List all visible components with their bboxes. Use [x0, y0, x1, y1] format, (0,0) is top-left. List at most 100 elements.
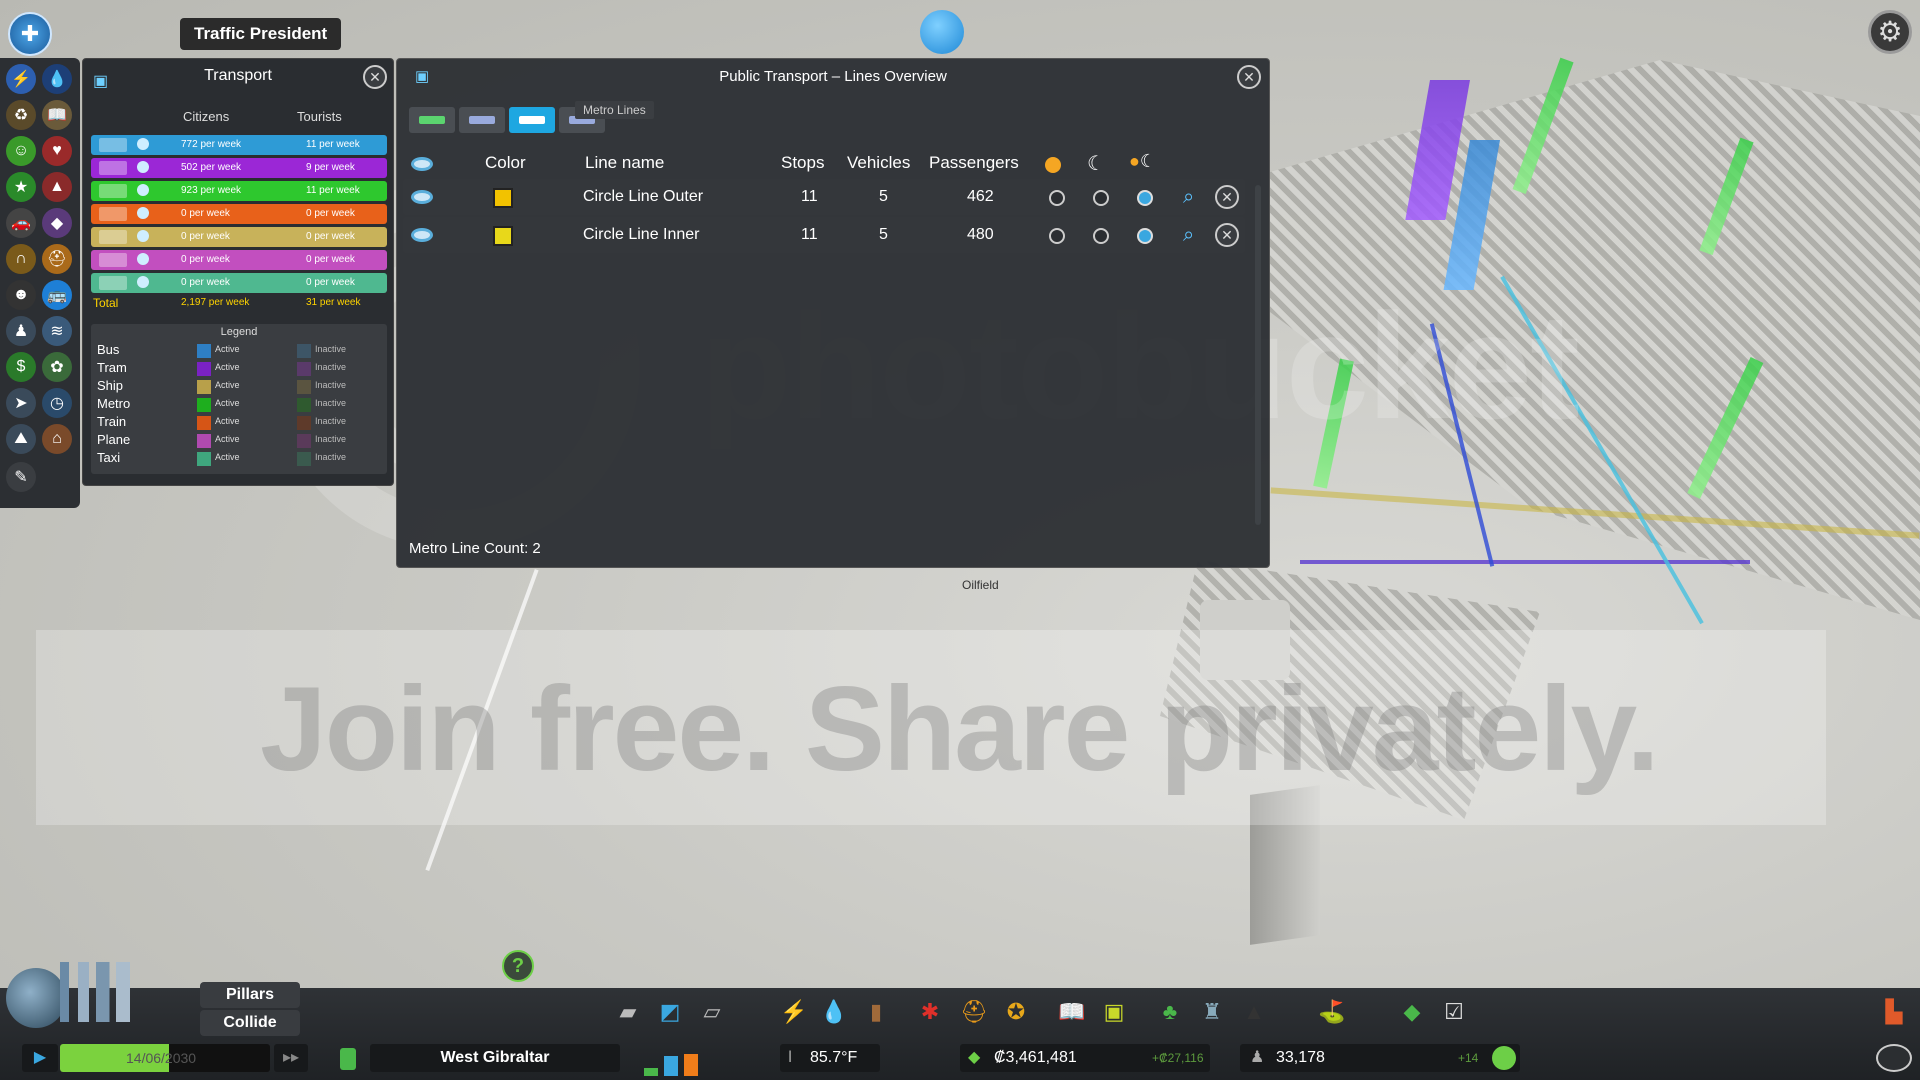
settings-gear-icon[interactable]: ⚙ — [1868, 10, 1912, 54]
education-icon[interactable]: 📖 — [1058, 998, 1086, 1026]
education-info-icon[interactable]: 📖 — [42, 100, 72, 130]
unlock-milestones-button[interactable]: ✚ — [8, 12, 52, 56]
policies-icon[interactable]: ☑ — [1440, 998, 1468, 1026]
day-night-radio[interactable] — [1137, 190, 1153, 206]
help-question-icon[interactable]: ? — [502, 950, 534, 982]
plane-magnifier-icon[interactable] — [137, 230, 149, 242]
happiness-smiley-icon[interactable] — [1492, 1046, 1516, 1070]
garbage-info-icon[interactable]: ♻ — [6, 100, 36, 130]
play-pause-icon[interactable]: ▶ — [22, 1044, 58, 1072]
ship-magnifier-icon[interactable] — [137, 253, 149, 265]
tab-bus-lines[interactable] — [409, 107, 455, 133]
money-display[interactable]: ◆ ₡3,461,481 +₡27,116 — [960, 1044, 1210, 1072]
wind-info-icon[interactable]: ≋ — [42, 316, 72, 346]
day-only-radio[interactable] — [1049, 228, 1065, 244]
line-visibility-eye-icon[interactable] — [411, 190, 433, 204]
heating-info-icon[interactable]: ⌂ — [42, 424, 72, 454]
line-name[interactable]: Circle Line Inner — [583, 226, 700, 244]
happiness-info-icon[interactable]: ☺ — [6, 136, 36, 166]
col-passengers[interactable]: Passengers — [929, 153, 1019, 173]
thermometer-icon: ǀ — [788, 1049, 793, 1066]
police-icon[interactable]: ✪ — [1002, 998, 1030, 1026]
legend-active-label: Active — [215, 416, 240, 426]
public-transport-icon[interactable]: ▣ — [1100, 998, 1128, 1026]
taxi-magnifier-icon[interactable] — [137, 276, 149, 288]
col-line-name[interactable]: Line name — [585, 153, 664, 173]
entertainment-info-icon[interactable]: ◷ — [42, 388, 72, 418]
tools-icon[interactable]: ✎ — [6, 462, 36, 492]
zoning-icon[interactable]: ◩ — [656, 998, 684, 1026]
night-only-radio[interactable] — [1093, 190, 1109, 206]
delete-line-icon[interactable]: ✕ — [1215, 223, 1239, 247]
night-only-moon-icon[interactable]: ☾ — [1087, 151, 1105, 176]
population-display[interactable]: ♟ 33,178 +14 — [1240, 1044, 1520, 1072]
outside-connections-info-icon[interactable]: ➤ — [6, 388, 36, 418]
lines-scrollbar[interactable] — [1255, 185, 1261, 525]
night-only-radio[interactable] — [1093, 228, 1109, 244]
col-stops[interactable]: Stops — [781, 153, 824, 173]
day-night-radio[interactable] — [1137, 228, 1153, 244]
line-color-swatch[interactable] — [493, 226, 513, 246]
monuments-icon[interactable]: ▲ — [1240, 998, 1268, 1026]
train-magnifier-icon[interactable] — [137, 207, 149, 219]
traffic-info-icon[interactable]: 🚗 — [6, 208, 36, 238]
public-transport-info-icon[interactable]: 🚌 — [42, 280, 72, 310]
roads-icon[interactable]: ▰ — [614, 998, 642, 1026]
parks-icon[interactable]: ♣ — [1156, 998, 1184, 1026]
district-button-collide[interactable]: Collide — [200, 1010, 300, 1036]
line-color-swatch[interactable] — [493, 188, 513, 208]
pollution-info-icon[interactable]: ◆ — [42, 208, 72, 238]
day-only-sun-icon[interactable] — [1045, 157, 1061, 173]
district-name[interactable]: West Gibraltar — [370, 1044, 620, 1072]
chirper-toggle-icon[interactable] — [1876, 1044, 1912, 1072]
district-button-pillars[interactable]: Pillars — [200, 982, 300, 1008]
lines-panel-header[interactable]: ▣ Public Transport – Lines Overview ✕ — [397, 59, 1269, 95]
land-value-info-icon[interactable]: $ — [6, 352, 36, 382]
toggle-all-visibility-eye-icon[interactable] — [411, 157, 433, 171]
bulldozer-icon[interactable]: ▙ — [1880, 998, 1908, 1026]
day-only-radio[interactable] — [1049, 190, 1065, 206]
terrain-info-icon[interactable]: ⛰ — [6, 424, 36, 454]
tram-magnifier-icon[interactable] — [137, 161, 149, 173]
city-globe-icon[interactable] — [6, 968, 66, 1028]
electricity-icon[interactable]: ⚡ — [780, 998, 808, 1026]
firefighter-icon[interactable]: ⛑ — [960, 998, 988, 1026]
healthcare-icon[interactable]: ✱ — [916, 998, 944, 1026]
chirper-bird-icon[interactable] — [920, 10, 964, 54]
transport-close-icon[interactable]: ✕ — [363, 65, 387, 89]
fire-safety-info-icon[interactable]: ⛑ — [42, 244, 72, 274]
electricity-info-icon[interactable]: ⚡ — [6, 64, 36, 94]
locate-line-magnifier-icon[interactable]: ⌕ — [1183, 186, 1194, 209]
line-row[interactable]: Circle Line Outer 11 5 462 ⌕ ✕ — [403, 179, 1245, 215]
city-name-title[interactable]: Traffic President — [180, 18, 342, 50]
line-visibility-eye-icon[interactable] — [411, 228, 433, 242]
legend-inactive-swatch — [297, 380, 311, 394]
metro-magnifier-icon[interactable] — [137, 184, 149, 196]
tab-metro-lines[interactable] — [509, 107, 555, 133]
speed-fast-forward-icon[interactable]: ▸▸ — [274, 1044, 308, 1072]
fire-info-icon[interactable]: ▲ — [42, 172, 72, 202]
locate-line-magnifier-icon[interactable]: ⌕ — [1183, 224, 1194, 247]
money-icon[interactable]: ◆ — [1398, 998, 1426, 1026]
bus-magnifier-icon[interactable] — [137, 138, 149, 150]
delete-line-icon[interactable]: ✕ — [1215, 185, 1239, 209]
natural-resources-info-icon[interactable]: ✿ — [42, 352, 72, 382]
population-info-icon[interactable]: ♟ — [6, 316, 36, 346]
tab-tram-lines[interactable] — [459, 107, 505, 133]
health-info-icon[interactable]: ♥ — [42, 136, 72, 166]
water-icon[interactable]: 💧 — [820, 998, 848, 1026]
col-vehicles[interactable]: Vehicles — [847, 153, 910, 173]
line-row[interactable]: Circle Line Inner 11 5 480 ⌕ ✕ — [403, 217, 1245, 253]
landscaping-icon[interactable]: ⛳ — [1318, 998, 1346, 1026]
water-info-icon[interactable]: 💧 — [42, 64, 72, 94]
districts-icon[interactable]: ▱ — [698, 998, 726, 1026]
level-info-icon[interactable]: ★ — [6, 172, 36, 202]
lines-close-icon[interactable]: ✕ — [1237, 65, 1261, 89]
unique-buildings-icon[interactable]: ♜ — [1198, 998, 1226, 1026]
transport-panel-header[interactable]: ▣ Transport ✕ — [83, 59, 393, 93]
garbage-icon[interactable]: ▮ — [862, 998, 890, 1026]
line-name[interactable]: Circle Line Outer — [583, 188, 703, 206]
noise-info-icon[interactable]: ∩ — [6, 244, 36, 274]
crime-info-icon[interactable]: ☻ — [6, 280, 36, 310]
day-and-night-icon[interactable]: ●☾ — [1129, 151, 1156, 172]
